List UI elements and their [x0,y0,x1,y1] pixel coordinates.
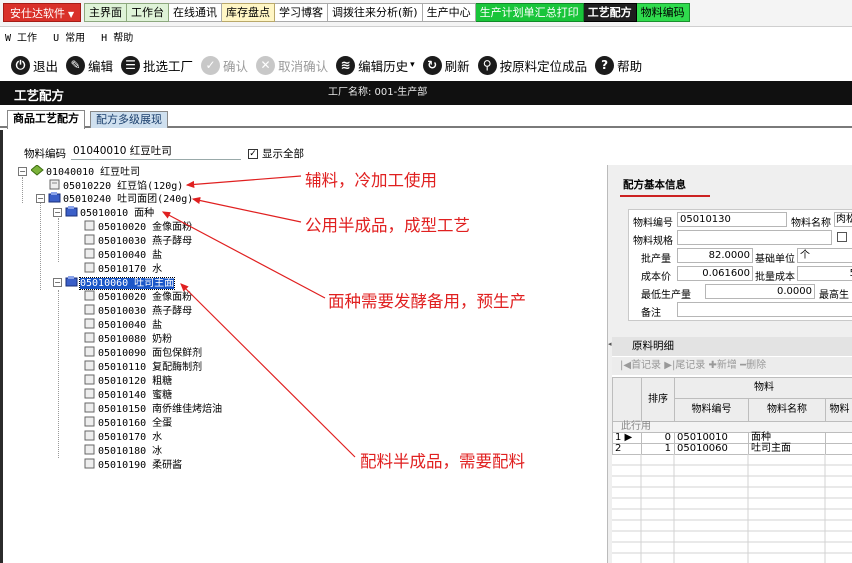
cancel-confirm-button[interactable]: ✕ 取消确认 [256,55,329,75]
menu-work[interactable]: W 工作 [5,33,37,44]
tab-stocktake[interactable]: 库存盘点 [222,3,275,22]
page-title: 工艺配方 [14,88,65,103]
batch-label: 批产量 [641,254,671,265]
first-record-button[interactable]: 首记录 [631,360,661,371]
material-detail-section: 原料明细 |◀首记录 ▶|尾记录 ✚新增 ━删除 排序 物料 物料编号 物料名称… [612,337,852,563]
help-icon: ? [595,55,615,75]
pick-factory-button[interactable]: ☰ 批选工厂 [121,55,194,75]
refresh-label: 刷新 [444,58,470,74]
first-record-icon: |◀ [620,360,632,371]
unit-field[interactable]: 个 [797,248,852,263]
note-label: 备注 [641,308,661,319]
last-record-icon: ▶| [664,360,676,371]
list-icon: ☰ [121,55,141,75]
help-label: 帮助 [617,58,643,74]
column-name[interactable]: 物料名称 [748,398,826,422]
locate-label: 按原料定位成品 [499,58,588,74]
edit-button[interactable]: ✎ 编辑 [66,55,114,75]
factory-name: 工厂名称: 001-生产部 [328,87,428,98]
edit-label: 编辑 [88,58,114,74]
edit-history-button[interactable]: ≋ 编辑历史 ▾ [336,55,415,75]
spec-label: 物料规格 [633,236,673,247]
tab-main[interactable]: 主界面 [84,3,127,22]
cost-field[interactable]: 0.061600 [677,266,753,281]
cost-label: 成本价 [641,272,671,283]
pick-factory-label: 批选工厂 [143,58,194,74]
search-icon: ⚲ [477,55,497,75]
tab-online-chat[interactable]: 在线通讯 [169,3,222,22]
exit-button[interactable]: ⏻ 退出 [11,55,59,75]
batch-field[interactable]: 82.0000 [677,248,753,263]
refresh-button[interactable]: ↻ 刷新 [422,55,470,75]
tab-workbench[interactable]: 工作台 [127,3,169,22]
empty-grid-rows [612,454,852,563]
help-button[interactable]: ? 帮助 [595,55,643,75]
locate-by-material-button[interactable]: ⚲ 按原料定位成品 [477,55,588,75]
recipe-detail-panel: 配方基本信息 物料编号 05010130 物料名称 肉松 物料规格 批产量 82… [607,165,852,563]
column-sort[interactable]: 排序 [641,377,675,422]
tab-process-recipe[interactable]: 工艺配方 [583,3,637,22]
exit-label: 退出 [33,58,59,74]
recipe-tree-panel: − 01040010 红豆吐司 05010220 红豆馅(120g) − 050… [0,130,607,563]
basic-info-form: 物料编号 05010130 物料名称 肉松 物料规格 批产量 82.0000 基… [628,209,852,321]
view-tabs: 商品工艺配方 配方多级展现 [0,108,852,129]
menu-help[interactable]: H 帮助 [101,33,133,44]
tab-transfer-analysis[interactable]: 调拨往来分析(新) [328,3,423,22]
menu-bar: W 工作 U 常用 H 帮助 [0,30,852,48]
spec-field[interactable] [677,230,832,245]
name-label: 物料名称 [791,218,831,229]
tab-multilevel-view[interactable]: 配方多级展现 [90,111,168,128]
material-detail-title: 原料明细 [612,337,852,356]
add-row-button[interactable]: 新增 [717,360,737,371]
last-record-button[interactable]: 尾记录 [675,360,705,371]
spec-checkbox[interactable] [837,232,847,242]
close-icon: ✕ [256,55,276,75]
page-header: 工艺配方 工厂名称: 001-生产部 [0,81,852,105]
code-field[interactable]: 05010130 [677,212,787,227]
tab-production-center[interactable]: 生产中心 [422,3,476,22]
module-tabs: 主界面 工作台 在线通讯 库存盘点 学习博客 调拨往来分析(新) 生产中心 生产… [84,3,690,22]
note-field[interactable] [677,302,852,317]
unit-label: 基础单位 [755,254,795,265]
code-label: 物料编号 [633,218,673,229]
column-extra[interactable]: 物料 [825,398,852,422]
confirm-label: 确认 [223,58,249,74]
row-header-corner [612,377,642,422]
tab-plan-print[interactable]: 生产计划单汇总打印 [475,3,584,22]
basic-info-underline [620,195,710,197]
confirm-button[interactable]: ✓ 确认 [201,55,249,75]
min-output-field[interactable]: 0.0000 [705,284,815,299]
chevron-down-icon: ▾ [410,60,415,70]
batch-cost-field[interactable]: 5 [797,266,852,281]
batch-cost-label: 批量成本 [755,272,795,283]
splitter-arrow-icon[interactable]: ◂ [608,340,612,352]
tab-material-code[interactable]: 物料编码 [636,3,690,22]
menu-common[interactable]: U 常用 [53,33,85,44]
layers-icon: ≋ [336,55,356,75]
min-output-label: 最低生产量 [641,290,691,301]
brand-menu-button[interactable]: 安仕达软件 ▼ [3,3,82,22]
app-tab-bar: 安仕达软件 ▼ 主界面 工作台 在线通讯 库存盘点 学习博客 调拨往来分析(新) … [0,0,852,27]
annotation-arrows [161,175,356,458]
add-icon: ✚ [708,360,717,371]
cancel-confirm-label: 取消确认 [278,58,329,74]
check-icon: ✓ [201,55,221,75]
delete-row-button[interactable]: 删除 [746,360,766,371]
edit-history-label: 编辑历史 [358,58,409,74]
max-output-label: 最高生 [819,290,849,301]
column-group-material: 物料 [674,377,852,399]
refresh-icon: ↻ [422,55,442,75]
column-code[interactable]: 物料编号 [674,398,749,422]
chevron-down-icon: ▼ [68,10,75,19]
basic-info-title: 配方基本信息 [623,179,686,191]
pencil-icon: ✎ [66,55,86,75]
tab-product-recipe[interactable]: 商品工艺配方 [7,110,85,129]
power-icon: ⏻ [11,55,30,75]
name-field[interactable]: 肉松 [834,212,852,227]
toolbar: ⏻ 退出 ✎ 编辑 ☰ 批选工厂 ✓ 确认 ✕ 取消确认 ≋ 编辑历史 ▾ ↻ 刷新 ⚲ 按原料定… [0,50,852,80]
brand-label: 安仕达软件 [10,7,65,20]
detail-toolbar: |◀首记录 ▶|尾记录 ✚新增 ━删除 [612,357,852,375]
tab-blog[interactable]: 学习博客 [275,3,328,22]
